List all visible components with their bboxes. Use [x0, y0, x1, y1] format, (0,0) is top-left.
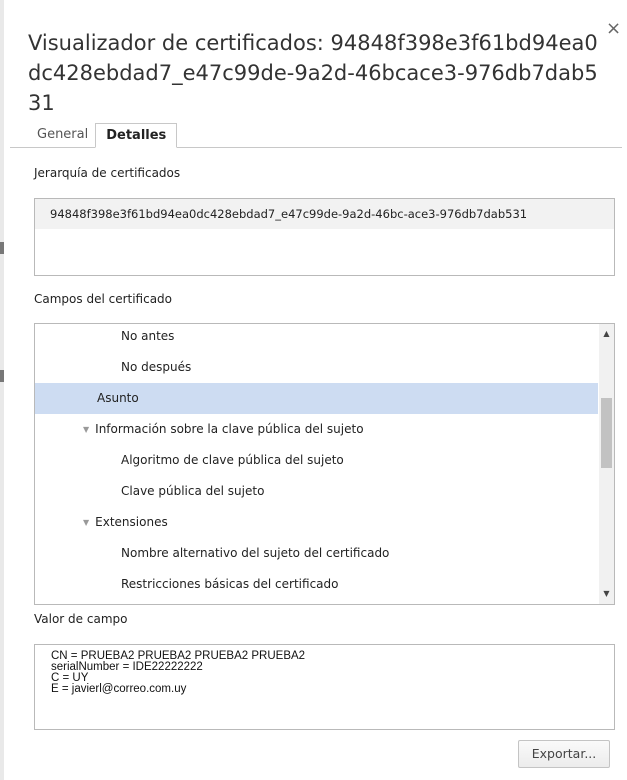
- hierarchy-tree[interactable]: 94848f398e3f61bd94ea0dc428ebdad7_e47c99d…: [34, 198, 615, 276]
- field-row[interactable]: Nombre alternativo del sujeto del certif…: [35, 538, 598, 569]
- scroll-down-icon[interactable]: ▼: [599, 587, 614, 601]
- field-row-label: No antes: [121, 329, 175, 343]
- background-window-marker: [0, 370, 4, 382]
- field-row-label: Extensiones: [95, 515, 168, 529]
- field-row[interactable]: ▼ Información sobre la clave pública del …: [35, 414, 598, 445]
- fields-label: Campos del certificado: [34, 292, 173, 306]
- hierarchy-label: Jerarquía de certificados: [34, 166, 181, 180]
- field-row-label: No después: [121, 360, 192, 374]
- background-window-marker: [0, 242, 4, 254]
- field-row[interactable]: No antes: [35, 324, 598, 352]
- field-row[interactable]: Algoritmo de clave pública del sujeto: [35, 445, 598, 476]
- scrollbar-thumb[interactable]: [601, 398, 612, 468]
- fields-scrollbar[interactable]: ▲ ▼: [599, 324, 614, 604]
- tab-details[interactable]: Detalles: [95, 123, 178, 148]
- field-row-label: Clave pública del sujeto: [121, 484, 265, 498]
- field-row-label: Información sobre la clave pública del s…: [95, 422, 364, 436]
- field-row-label: Asunto: [97, 391, 139, 405]
- field-value-line: serialNumber = IDE22222222: [51, 661, 203, 673]
- field-row[interactable]: Restricciones básicas del certificado: [35, 569, 598, 600]
- expand-triangle-icon[interactable]: ▼: [83, 507, 89, 538]
- certificate-fields-tree[interactable]: No antes No después Asunto ▼ Información sob…: [34, 323, 615, 605]
- certificate-viewer-dialog: Visualizador de certificados: 94848f398e…: [10, 6, 622, 776]
- tab-general[interactable]: General: [30, 123, 95, 148]
- field-value-text[interactable]: CN = PRUEBA2 PRUEBA2 PRUEBA2 PRUEBA2 ser…: [34, 644, 615, 730]
- tab-bar: General Detalles: [30, 123, 178, 148]
- field-row-label: Algoritmo de clave pública del sujeto: [121, 453, 344, 467]
- background-window-edge: [0, 0, 4, 780]
- field-value-label: Valor de campo: [34, 612, 128, 626]
- field-row[interactable]: No después: [35, 352, 598, 383]
- close-icon[interactable]: ×: [606, 18, 621, 39]
- export-button[interactable]: Exportar...: [518, 740, 610, 768]
- field-value-line: E = javierl@correo.com.uy: [51, 683, 187, 695]
- expand-triangle-icon[interactable]: ▼: [83, 414, 89, 445]
- field-row-label: Restricciones básicas del certificado: [121, 577, 339, 591]
- field-row-label: Nombre alternativo del sujeto del certif…: [121, 546, 390, 560]
- dialog-title: Visualizador de certificados: 94848f398e…: [28, 31, 598, 115]
- field-row[interactable]: Clave pública del sujeto: [35, 476, 598, 507]
- field-row[interactable]: Asunto: [35, 383, 598, 414]
- field-row[interactable]: ▼ Extensiones: [35, 507, 598, 538]
- scroll-up-icon[interactable]: ▲: [599, 327, 614, 341]
- hierarchy-item-certificate[interactable]: 94848f398e3f61bd94ea0dc428ebdad7_e47c99d…: [35, 199, 614, 229]
